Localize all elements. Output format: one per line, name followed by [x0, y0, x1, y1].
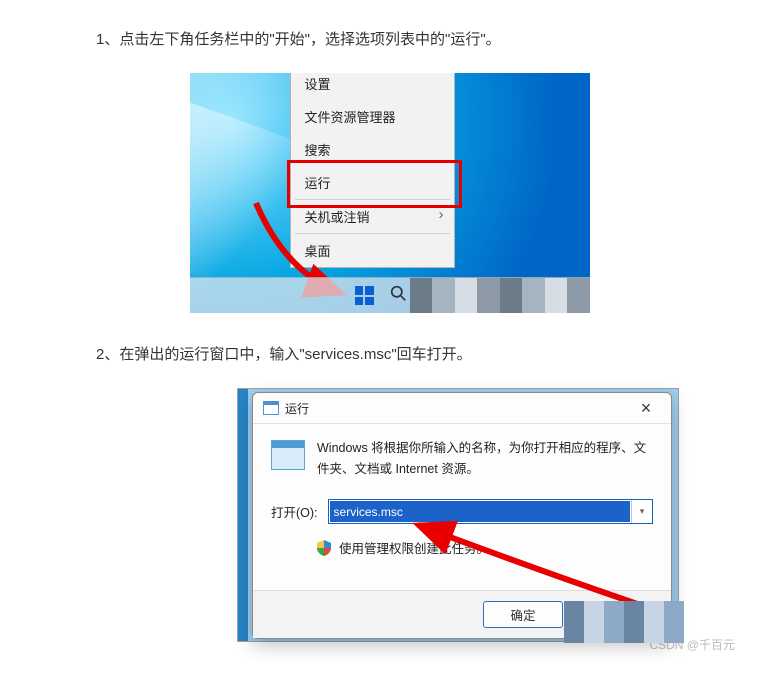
menu-item-desktop[interactable]: 桌面	[291, 234, 454, 267]
desktop-edge	[238, 389, 248, 641]
open-input[interactable]	[330, 501, 630, 522]
close-icon[interactable]: ×	[631, 401, 661, 415]
step-2-text: 2、在弹出的运行窗口中，输入"services.msc"回车打开。	[96, 341, 739, 368]
run-dialog-icon	[263, 401, 279, 415]
run-description: Windows 将根据你所输入的名称，为你打开相应的程序、文件夹、文档或 Int…	[317, 438, 653, 479]
run-body-icon	[271, 440, 305, 470]
shield-icon	[317, 540, 331, 556]
ok-button[interactable]: 确定	[483, 601, 563, 628]
taskbar-search-icon[interactable]	[390, 285, 407, 306]
start-button-icon[interactable]	[355, 286, 374, 305]
run-dialog-title: 运行	[285, 400, 309, 417]
screenshot-1: 设置 文件资源管理器 搜索 运行 关机或注销 桌面	[190, 73, 590, 313]
menu-item-settings[interactable]: 设置	[291, 73, 454, 100]
screenshot-2: 运行 × Windows 将根据你所输入的名称，为你打开相应的程序、文件夹、文档…	[237, 388, 679, 642]
highlight-box	[287, 160, 462, 208]
pixelated-region	[564, 601, 684, 643]
step-1-text: 1、点击左下角任务栏中的"开始"，选择选项列表中的"运行"。	[96, 26, 739, 53]
open-combobox[interactable]: ▾	[328, 499, 653, 524]
chevron-down-icon[interactable]: ▾	[631, 500, 652, 523]
open-label: 打开(O):	[271, 502, 318, 521]
menu-item-explorer[interactable]: 文件资源管理器	[291, 100, 454, 133]
pixelated-region	[410, 278, 590, 313]
admin-note: 使用管理权限创建此任务。	[339, 538, 489, 557]
run-dialog-titlebar: 运行 ×	[253, 393, 671, 424]
